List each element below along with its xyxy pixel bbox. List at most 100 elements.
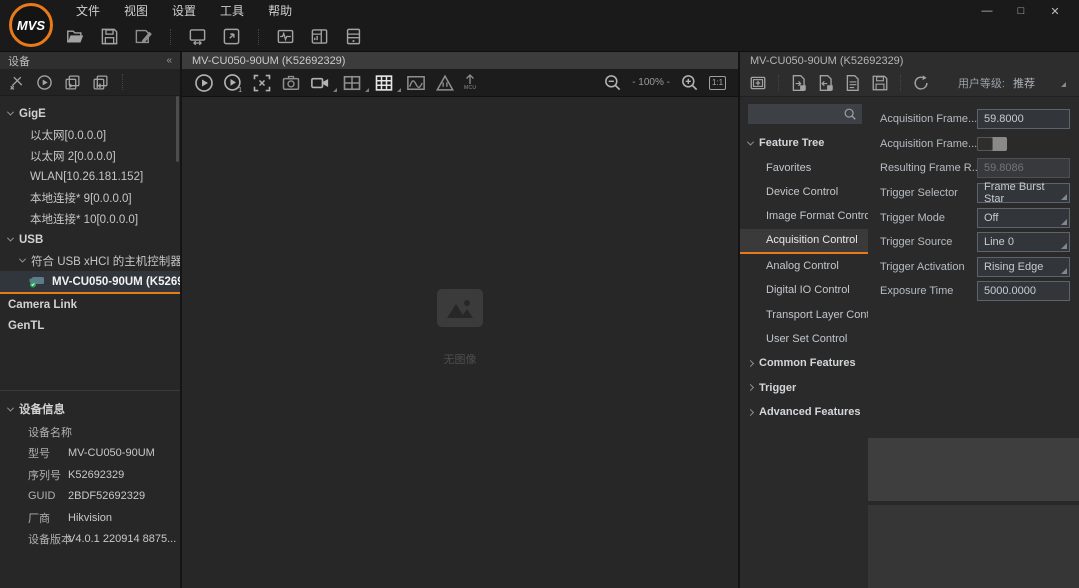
search-icon[interactable] (838, 104, 862, 124)
preview-toolbar: 1 MCU - 100% - 1:1 (182, 69, 738, 97)
attach-panel-icon[interactable] (749, 74, 767, 92)
split-view-icon[interactable] (342, 73, 362, 93)
snapshot-camera-icon[interactable] (281, 73, 301, 93)
main-content: 设备 « GigE 以太网[0.0.0.0] 以太网 2[0.0.0.0] WL… (0, 52, 1079, 588)
info-value: Hikvision (66, 512, 112, 524)
property-label: Trigger Mode (880, 212, 977, 224)
device-info-header[interactable]: 设备信息 (0, 397, 180, 421)
tree-item-label: USB (19, 234, 43, 246)
menu-item-settings[interactable]: 设置 (160, 0, 208, 22)
tree-item-wlan[interactable]: WLAN[10.26.181.152] (0, 166, 180, 187)
preview-tab-title[interactable]: MV-CU050-90UM (K52692329) (192, 55, 345, 67)
nav-advanced-features[interactable]: Advanced Features (740, 400, 868, 424)
collapse-panel-icon[interactable]: « (166, 55, 172, 66)
tree-item-camera-link[interactable]: Camera Link (0, 294, 180, 315)
menu-item-tools[interactable]: 工具 (208, 0, 256, 22)
export-features-icon[interactable] (817, 74, 835, 92)
switch-window-icon[interactable] (188, 27, 207, 46)
image-display-area[interactable]: 无图像 (182, 97, 738, 588)
nav-label: Advanced Features (759, 406, 860, 418)
nav-digital-io-control[interactable]: Digital IO Control (740, 278, 868, 302)
tree-item-gige[interactable]: GigE (0, 103, 180, 124)
chevron-down-icon (7, 109, 14, 116)
one-to-one-zoom-button[interactable]: 1:1 (709, 76, 726, 90)
import-features-icon[interactable] (790, 74, 808, 92)
no-image-icon (437, 289, 483, 327)
device-tree: GigE 以太网[0.0.0.0] 以太网 2[0.0.0.0] WLAN[10… (0, 96, 180, 390)
grid-view-icon[interactable] (374, 73, 394, 93)
nav-label: Trigger (759, 382, 796, 394)
save-as-icon[interactable] (134, 27, 153, 46)
menu-item-help[interactable]: 帮助 (256, 0, 304, 22)
nav-feature-tree[interactable]: Feature Tree (740, 131, 868, 155)
tree-item-label: 符合 USB xHCI 的主机控制器 (31, 253, 180, 269)
dropdown-arrow-icon[interactable] (333, 88, 337, 92)
trigger-source-dropdown[interactable]: Line 0 (977, 232, 1070, 252)
tree-item-camera-selected[interactable]: MV-CU050-90UM (K5269... (0, 271, 180, 294)
feature-search-input[interactable] (748, 108, 838, 120)
info-row-model: 型号MV-CU050-90UM (0, 443, 180, 465)
trigger-warning-icon[interactable] (435, 73, 455, 93)
nav-user-set-control[interactable]: User Set Control (740, 327, 868, 351)
tree-item-label: WLAN[10.26.181.152] (30, 171, 143, 183)
tree-item-local9[interactable]: 本地连接* 9[0.0.0.0] (0, 187, 180, 208)
dropdown-arrow-icon[interactable] (365, 88, 369, 92)
menu-item-view[interactable]: 视图 (112, 0, 160, 22)
acquisition-frame-rate-input[interactable] (977, 109, 1070, 129)
user-level-dropdown[interactable]: 推荐 (1013, 75, 1066, 91)
maximize-button[interactable]: □ (1007, 1, 1035, 21)
user-level-value: 推荐 (1013, 75, 1035, 91)
save-icon[interactable] (100, 27, 119, 46)
stop-all-icon[interactable] (92, 74, 109, 91)
acquisition-frame-rate-enable-toggle[interactable] (977, 137, 1007, 151)
refresh-icon[interactable] (912, 74, 930, 92)
nav-image-format-control[interactable]: Image Format Control (740, 204, 868, 228)
tree-item-usb[interactable]: USB (0, 229, 180, 250)
nav-acquisition-control-selected[interactable]: Acquisition Control (740, 229, 868, 254)
info-value: 2BDF52692329 (66, 490, 145, 502)
nav-device-control[interactable]: Device Control (740, 180, 868, 204)
save-features-icon[interactable] (871, 74, 889, 92)
trigger-mode-dropdown[interactable]: Off (977, 208, 1070, 228)
layout-panel-icon[interactable] (310, 27, 329, 46)
record-video-icon[interactable] (310, 73, 330, 93)
scrollbar-thumb[interactable] (176, 96, 179, 162)
waveform-monitor-icon[interactable] (276, 27, 295, 46)
mcu-label: MCU (464, 86, 476, 91)
feature-toolbar: 用户等级: 推荐 (740, 69, 1079, 97)
tree-item-gentl[interactable]: GenTL (0, 315, 180, 336)
close-button[interactable]: ✕ (1041, 1, 1069, 21)
tree-item-usb-host-controller[interactable]: 符合 USB xHCI 的主机控制器 (0, 250, 180, 271)
menu-item-file[interactable]: 文件 (64, 0, 112, 22)
nav-favorites[interactable]: Favorites (740, 155, 868, 179)
zoom-in-icon[interactable] (680, 73, 699, 92)
start-acquisition-icon[interactable] (36, 74, 53, 91)
tree-item-ethernet[interactable]: 以太网[0.0.0.0] (0, 124, 180, 145)
tree-item-local10[interactable]: 本地连接* 10[0.0.0.0] (0, 208, 180, 229)
nav-trigger[interactable]: Trigger (740, 376, 868, 400)
info-value: MV-CU050-90UM (66, 447, 155, 459)
exposure-time-input[interactable] (977, 281, 1070, 301)
disconnect-device-icon[interactable] (8, 74, 25, 91)
property-row-trigger-source: Trigger Source Line 0 (868, 230, 1079, 255)
trigger-selector-dropdown[interactable]: Frame Burst Star (977, 183, 1070, 203)
minimize-button[interactable]: — (973, 1, 1001, 21)
zoom-out-icon[interactable] (603, 73, 622, 92)
fit-window-icon[interactable] (252, 73, 272, 93)
tree-item-ethernet2[interactable]: 以太网 2[0.0.0.0] (0, 145, 180, 166)
nav-analog-control[interactable]: Analog Control (740, 254, 868, 278)
storage-icon[interactable] (344, 27, 363, 46)
property-label: Exposure Time (880, 285, 977, 297)
nav-common-features[interactable]: Common Features (740, 351, 868, 375)
mcu-upgrade-icon[interactable]: MCU (464, 74, 476, 91)
open-folder-icon[interactable] (66, 27, 85, 46)
start-all-icon[interactable] (64, 74, 81, 91)
dropdown-arrow-icon[interactable] (397, 88, 401, 92)
grab-once-icon[interactable]: 1 (223, 73, 243, 93)
nav-transport-layer-control[interactable]: Transport Layer Cont... (740, 302, 868, 326)
start-grab-icon[interactable] (194, 73, 214, 93)
trigger-activation-dropdown[interactable]: Rising Edge (977, 257, 1070, 277)
histogram-icon[interactable] (406, 73, 426, 93)
fullscreen-icon[interactable] (222, 27, 241, 46)
feature-document-icon[interactable] (844, 74, 862, 92)
